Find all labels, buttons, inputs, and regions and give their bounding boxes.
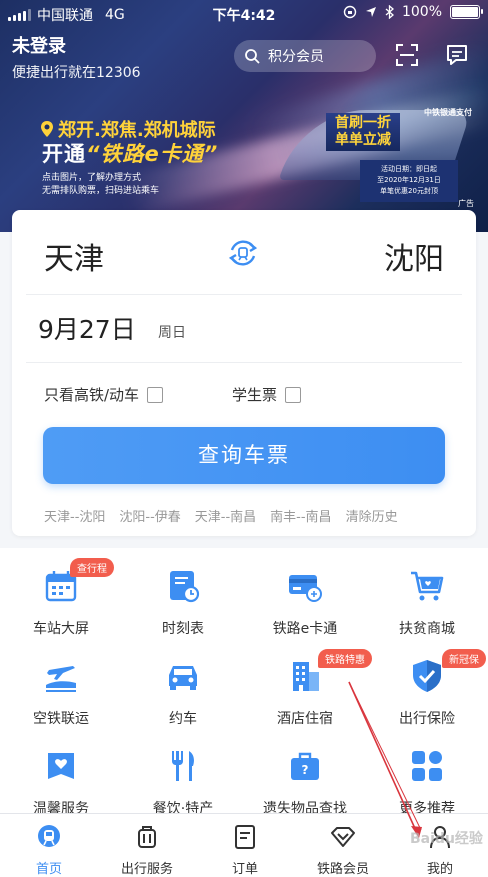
history-item[interactable]: 南丰--南昌	[270, 506, 331, 525]
student-ticket-option[interactable]: 学生票	[232, 384, 302, 405]
promo-pay-brand: 中铁银通支付	[424, 108, 472, 117]
service-label: 约车	[169, 711, 197, 727]
service-more[interactable]: 更多推荐	[366, 748, 488, 818]
svg-text:?: ?	[302, 763, 309, 777]
timetable-icon	[170, 571, 200, 603]
tab-label: 出行服务	[120, 862, 173, 877]
card-icon	[289, 575, 322, 602]
highspeed-only-checkbox[interactable]	[147, 386, 164, 403]
tab-label: 铁路会员	[316, 862, 369, 877]
query-tickets-button[interactable]: 查询车票	[43, 427, 445, 484]
tab-railway-member[interactable]: 铁路会员	[294, 814, 392, 877]
service-tag: 铁路特惠	[318, 649, 372, 668]
promo-headline: 开通“铁路e卡通”	[42, 142, 219, 166]
promo-notes: 点击图片，了解办理方式 无需排队购票，扫码进站乘车	[42, 173, 160, 196]
tab-orders[interactable]: 订单	[196, 814, 294, 877]
service-lost-found[interactable]: ? 遗失物品查找	[244, 748, 366, 818]
lost-bag-icon: ?	[291, 752, 319, 780]
watermark: Baidu经验	[410, 831, 483, 847]
login-status[interactable]: 未登录 便捷出行就在12306	[12, 32, 141, 82]
service-tag: 查行程	[70, 558, 114, 577]
message-icon[interactable]	[444, 42, 470, 68]
service-station-screen[interactable]: 车站大屏	[0, 568, 122, 638]
service-timetable[interactable]: 时刻表	[122, 568, 244, 638]
service-tag: 新冠保	[442, 649, 486, 668]
tab-travel-services[interactable]: 出行服务	[98, 814, 196, 877]
service-insurance[interactable]: 出行保险	[366, 658, 488, 728]
highspeed-only-option[interactable]: 只看高铁/动车	[44, 384, 164, 405]
tab-label: 订单	[231, 862, 258, 877]
service-car-hailing[interactable]: 约车	[122, 658, 244, 728]
car-icon	[169, 666, 197, 690]
battery-icon	[450, 5, 483, 19]
clear-history-button[interactable]: 清除历史	[346, 506, 398, 525]
login-subtitle: 便捷出行就在12306	[12, 65, 141, 81]
battery-percent: 100%	[401, 4, 442, 20]
travel-date[interactable]: 9月27日	[38, 310, 136, 346]
service-grid: 车站大屏 查行程 时刻表 铁路e卡通 扶贫商城 空铁联运 约车 酒店住宿 铁路特…	[0, 548, 488, 817]
service-hotel[interactable]: 酒店住宿	[244, 658, 366, 728]
highspeed-only-label: 只看高铁/动车	[44, 386, 140, 404]
history-item[interactable]: 天津--南昌	[195, 506, 256, 525]
student-ticket-label: 学生票	[232, 386, 278, 404]
login-title[interactable]: 未登录	[12, 32, 141, 58]
scan-icon[interactable]	[394, 42, 420, 68]
service-air-rail[interactable]: 空铁联运	[0, 658, 122, 728]
service-label: 铁路e卡通	[272, 621, 338, 637]
more-grid-icon	[412, 751, 442, 781]
care-heart-icon	[48, 753, 74, 779]
travel-weekday: 周日	[158, 325, 186, 341]
status-bar: 中国联通 4G 下午4:42 100%	[0, 0, 488, 26]
search-bar[interactable]: 积分会员	[234, 40, 376, 72]
search-icon	[245, 49, 260, 64]
ad-label: 广告	[458, 199, 474, 208]
service-ecard[interactable]: 铁路e卡通	[244, 568, 366, 638]
shopping-cart-icon	[411, 571, 444, 601]
history-item[interactable]: 沈阳--伊春	[119, 506, 180, 525]
service-label: 扶贫商城	[399, 621, 455, 637]
tab-label: 我的	[426, 862, 453, 877]
swap-stations-icon[interactable]	[226, 236, 260, 270]
location-icon	[365, 7, 376, 17]
tab-home[interactable]: 首页	[0, 814, 98, 877]
orientation-lock-icon	[343, 5, 357, 19]
search-history: 天津--沈阳 沈阳--伊春 天津--南昌 南丰--南昌 清除历史	[44, 506, 462, 525]
student-ticket-checkbox[interactable]	[285, 386, 302, 403]
plane-train-icon	[46, 666, 76, 692]
tab-label: 首页	[35, 862, 62, 877]
to-station[interactable]: 沈阳	[384, 234, 444, 278]
luggage-icon	[138, 826, 156, 848]
service-label: 空铁联运	[33, 711, 89, 727]
promo-discount-badge: 首刷一折 单单立减	[326, 113, 400, 151]
service-label: 酒店住宿	[277, 711, 333, 727]
service-poverty-mall[interactable]: 扶贫商城	[366, 568, 488, 638]
bluetooth-icon	[385, 5, 394, 19]
divider	[26, 294, 462, 295]
service-caring[interactable]: 温馨服务	[0, 748, 122, 818]
service-label: 车站大屏	[33, 621, 89, 637]
search-placeholder: 积分会员	[268, 49, 324, 65]
location-pin-icon	[41, 121, 53, 137]
order-document-icon	[235, 825, 255, 849]
divider	[26, 362, 462, 363]
service-label: 时刻表	[162, 621, 204, 637]
promo-banner[interactable]: 中国联通 4G 下午4:42 100% 未登录 便捷出行就在12306 积分会员…	[0, 0, 488, 232]
from-station[interactable]: 天津	[44, 234, 104, 278]
diamond-icon	[331, 827, 355, 847]
history-item[interactable]: 天津--沈阳	[44, 506, 105, 525]
ticket-search-card: 天津 沈阳 9月27日 周日 只看高铁/动车 学生票 查询车票 天津--沈阳 沈…	[12, 210, 476, 536]
shield-icon	[413, 660, 441, 692]
service-label: 出行保险	[399, 711, 455, 727]
promo-event-dates: 活动日期：即日起 至2020年12月31日 单笔优惠20元封顶	[360, 160, 458, 202]
service-catering[interactable]: 餐饮·特产	[122, 748, 244, 818]
home-train-icon	[38, 825, 60, 847]
fork-knife-icon	[172, 751, 194, 781]
